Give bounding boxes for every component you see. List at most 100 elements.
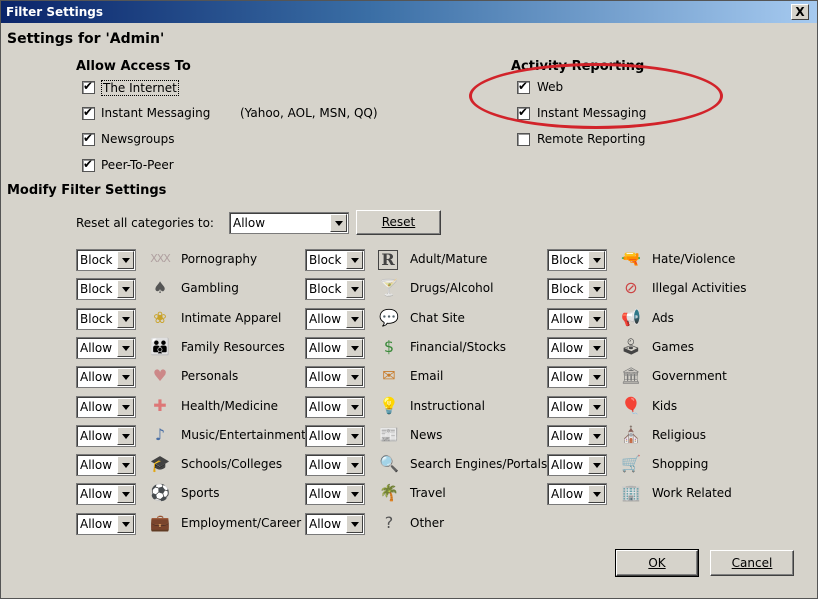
illegal-activities-filter-value: Block	[551, 282, 584, 296]
checkmark-icon: ✔	[83, 157, 94, 171]
chevron-down-icon[interactable]	[588, 368, 605, 386]
news-filter-dropdown[interactable]: Allow	[305, 425, 365, 447]
travel-filter-dropdown[interactable]: Allow	[305, 483, 365, 505]
pornography-filter-dropdown[interactable]: Block	[76, 249, 136, 271]
ads-label: Ads	[652, 311, 674, 325]
church-icon: ⛪	[621, 425, 641, 444]
instructional-filter-dropdown[interactable]: Allow	[305, 396, 365, 418]
office-building-icon: 🏢	[621, 483, 641, 502]
email-filter-dropdown[interactable]: Allow	[305, 366, 365, 388]
chevron-down-icon[interactable]	[117, 427, 134, 445]
chevron-down-icon[interactable]	[588, 251, 605, 269]
intimate-apparel-filter-dropdown[interactable]: Block	[76, 308, 136, 330]
chevron-down-icon[interactable]	[117, 280, 134, 298]
music-entertainment-filter-dropdown[interactable]: Allow	[76, 425, 136, 447]
illegal-activities-filter-dropdown[interactable]: Block	[547, 278, 607, 300]
chat-site-filter-dropdown[interactable]: Allow	[305, 308, 365, 330]
ok-button[interactable]: OK	[615, 549, 699, 577]
reset-all-label: Reset all categories to:	[76, 216, 214, 230]
reset-all-dropdown[interactable]: Allow	[229, 212, 349, 234]
personals-filter-dropdown[interactable]: Allow	[76, 366, 136, 388]
adult-mature-label: Adult/Mature	[410, 252, 488, 266]
religious-filter-dropdown[interactable]: Allow	[547, 425, 607, 447]
shopping-filter-dropdown[interactable]: Allow	[547, 454, 607, 476]
chevron-down-icon[interactable]	[588, 485, 605, 503]
chevron-down-icon[interactable]	[117, 456, 134, 474]
gambling-filter-dropdown[interactable]: Block	[76, 278, 136, 300]
hate-violence-filter-dropdown[interactable]: Block	[547, 249, 607, 271]
reset-button[interactable]: Reset	[356, 210, 441, 235]
chevron-down-icon[interactable]	[346, 515, 363, 533]
instructional-filter-value: Allow	[309, 400, 342, 414]
games-filter-dropdown[interactable]: Allow	[547, 337, 607, 359]
music-entertainment-filter-value: Allow	[80, 429, 113, 443]
cancel-button[interactable]: Cancel	[710, 550, 794, 576]
checkmark-icon: ✔	[83, 79, 94, 93]
chevron-down-icon[interactable]	[346, 280, 363, 298]
sports-filter-dropdown[interactable]: Allow	[76, 483, 136, 505]
music-entertainment-label: Music/Entertainment	[181, 428, 306, 442]
health-medicine-filter-dropdown[interactable]: Allow	[76, 396, 136, 418]
chevron-down-icon[interactable]	[330, 214, 347, 232]
adult-mature-filter-dropdown[interactable]: Block	[305, 249, 365, 271]
chevron-down-icon[interactable]	[346, 251, 363, 269]
email-filter-value: Allow	[309, 370, 342, 384]
instructional-label: Instructional	[410, 399, 485, 413]
balloon-icon: 🎈	[621, 396, 641, 415]
chevron-down-icon[interactable]	[588, 427, 605, 445]
government-building-icon: 🏛	[620, 366, 642, 385]
chevron-down-icon[interactable]	[117, 485, 134, 503]
travel-filter-value: Allow	[309, 487, 342, 501]
chevron-down-icon[interactable]	[588, 456, 605, 474]
financial-stocks-filter-dropdown[interactable]: Allow	[305, 337, 365, 359]
other-filter-dropdown[interactable]: Allow	[305, 513, 365, 535]
chevron-down-icon[interactable]	[117, 398, 134, 416]
instant-messaging-checkbox[interactable]: ✔	[82, 105, 95, 120]
newspaper-icon: 📰	[379, 425, 399, 444]
ads-filter-dropdown[interactable]: Allow	[547, 308, 607, 330]
chevron-down-icon[interactable]	[117, 339, 134, 357]
gambling-filter-value: Block	[80, 282, 113, 296]
shopping-filter-value: Allow	[551, 458, 584, 472]
newsgroups-checkbox[interactable]: ✔	[82, 131, 95, 146]
search-engines-portals-label: Search Engines/Portals	[410, 457, 548, 471]
intimate-apparel-label: Intimate Apparel	[181, 311, 282, 325]
chevron-down-icon[interactable]	[588, 339, 605, 357]
remote-reporting-checkbox[interactable]	[517, 133, 530, 146]
search-engines-portals-filter-dropdown[interactable]: Allow	[305, 454, 365, 476]
schools-colleges-filter-value: Allow	[80, 458, 113, 472]
employment-career-filter-dropdown[interactable]: Allow	[76, 513, 136, 535]
chevron-down-icon[interactable]	[346, 339, 363, 357]
family-resources-filter-dropdown[interactable]: Allow	[76, 337, 136, 359]
envelope-icon: ✉	[382, 366, 396, 385]
kids-filter-dropdown[interactable]: Allow	[547, 396, 607, 418]
chevron-down-icon[interactable]	[346, 456, 363, 474]
work-related-filter-dropdown[interactable]: Allow	[547, 483, 607, 505]
chevron-down-icon[interactable]	[117, 251, 134, 269]
chevron-down-icon[interactable]	[117, 515, 134, 533]
chevron-down-icon[interactable]	[117, 368, 134, 386]
drugs-alcohol-filter-dropdown[interactable]: Block	[305, 278, 365, 300]
shopping-label: Shopping	[652, 457, 709, 471]
chevron-down-icon[interactable]	[346, 368, 363, 386]
chevron-down-icon[interactable]	[346, 398, 363, 416]
medical-cross-icon: ✚	[153, 396, 167, 415]
internet-checkbox[interactable]: ✔	[82, 79, 95, 94]
reset-button-label: Reset	[381, 215, 416, 229]
chevron-down-icon[interactable]	[346, 310, 363, 328]
settings-heading: Settings for 'Admin'	[7, 31, 165, 47]
chevron-down-icon[interactable]	[588, 280, 605, 298]
chevron-down-icon[interactable]	[117, 310, 134, 328]
chevron-down-icon[interactable]	[588, 398, 605, 416]
chevron-down-icon[interactable]	[346, 485, 363, 503]
dollar-icon: $	[383, 337, 395, 356]
magnifier-icon: 🔍	[379, 454, 399, 473]
close-button[interactable]: X	[791, 4, 809, 20]
chevron-down-icon[interactable]	[588, 310, 605, 328]
health-medicine-label: Health/Medicine	[181, 399, 279, 413]
graduation-cap-icon: 🎓	[150, 454, 170, 473]
peer-to-peer-checkbox[interactable]: ✔	[82, 157, 95, 172]
chevron-down-icon[interactable]	[346, 427, 363, 445]
schools-colleges-filter-dropdown[interactable]: Allow	[76, 454, 136, 476]
government-filter-dropdown[interactable]: Allow	[547, 366, 607, 388]
